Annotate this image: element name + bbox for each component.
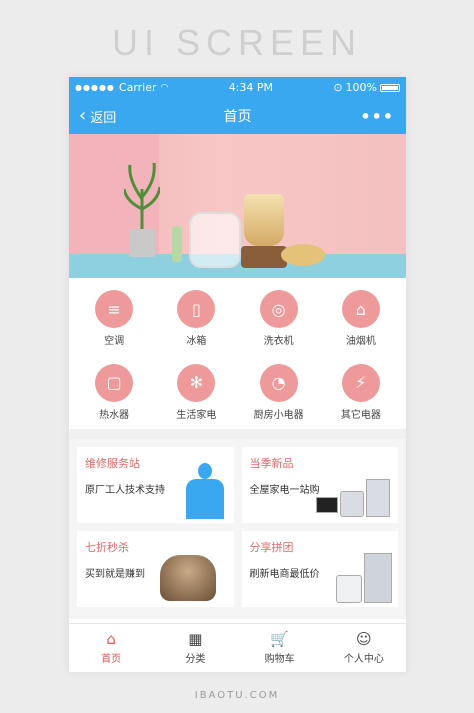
status-bar: ●●●●● Carrier ◠ 4:34 PM ⊙ 100% [69, 77, 406, 98]
technician-icon [185, 463, 224, 519]
category-label: 厨房小电器 [253, 409, 304, 421]
back-label: 返回 [90, 110, 117, 126]
cart-icon: 🛒 [270, 629, 289, 648]
kettle-icon: ◔ [259, 363, 298, 402]
status-left: ●●●●● Carrier ◠ [75, 81, 168, 94]
category-grid: ≡ 空调 ▯ 冰箱 ◎ 洗衣机 ⌂ 油烟机 ▢ 热水器 ✻ 生活家电 ◔ 厨房小电器 ⚡ 其它电器 [69, 278, 406, 429]
battery-icon [379, 83, 400, 92]
category-label: 油烟机 [345, 336, 376, 347]
promo-card-flash-sale[interactable]: 七折秒杀 买到就是赚到 [77, 531, 234, 607]
carrier-label: Carrier [118, 81, 157, 94]
fan-icon: ✻ [177, 363, 216, 402]
hero-banner[interactable] [69, 134, 406, 278]
rice-cooker-image [159, 555, 216, 601]
plant-illustration [124, 162, 160, 229]
category-item[interactable]: ◎ 洗衣机 [238, 290, 320, 356]
tab-label: 首页 [101, 653, 122, 665]
promo-grid: 维修服务站 原厂工人技术支持 当季新品 全屋家电一站购 七折秒杀 买到就是赚到 … [69, 439, 406, 619]
section-divider [69, 429, 406, 439]
battery-percent: 100% [345, 81, 377, 94]
home-icon: ⌂ [106, 629, 116, 648]
phone-screen: ●●●●● Carrier ◠ 4:34 PM ⊙ 100% ‹ 返回 首页 •… [69, 77, 406, 672]
tab-label: 分类 [185, 653, 206, 665]
signal-dots-icon: ●●●●● [75, 83, 115, 92]
category-label: 生活家电 [176, 409, 217, 421]
category-item[interactable]: ⚡ 其它电器 [320, 363, 402, 430]
chevron-left-icon: ‹ [79, 105, 87, 126]
tv-image [316, 497, 338, 513]
tab-label: 个人中心 [343, 653, 384, 665]
nav-bar: ‹ 返回 首页 ••• [69, 98, 406, 134]
tab-cart[interactable]: 🛒 购物车 [238, 624, 322, 672]
bottle-illustration [172, 226, 182, 262]
category-item[interactable]: ≡ 空调 [73, 290, 155, 356]
nav-title: 首页 [223, 109, 252, 125]
range-hood-icon: ⌂ [341, 290, 380, 328]
tab-user[interactable]: ☺ 个人中心 [322, 624, 406, 672]
status-time: 4:34 PM [228, 81, 274, 94]
category-item[interactable]: ⌂ 油烟机 [320, 290, 402, 356]
category-label: 洗衣机 [263, 336, 294, 347]
category-label: 冰箱 [186, 336, 207, 347]
page-heading: UI SCREEN [111, 22, 363, 63]
user-icon: ☺ [356, 629, 372, 648]
tab-label: 购物车 [264, 653, 295, 665]
washer-image [340, 491, 364, 517]
tab-bar: ⌂ 首页 ▦ 分类 🛒 购物车 ☺ 个人中心 [69, 623, 406, 672]
rotation-lock-icon: ⊙ [333, 81, 343, 94]
kettle-illustration [189, 212, 241, 268]
category-item[interactable]: ✻ 生活家电 [155, 363, 237, 430]
blender-base-illustration [241, 246, 287, 268]
grid-icon: ▦ [188, 629, 203, 648]
status-right: ⊙ 100% [333, 81, 400, 94]
back-button[interactable]: ‹ 返回 [79, 98, 116, 134]
washer-image [336, 575, 362, 603]
category-item[interactable]: ▯ 冰箱 [155, 290, 237, 356]
tab-home[interactable]: ⌂ 首页 [69, 624, 153, 672]
category-label: 热水器 [99, 409, 130, 421]
category-item[interactable]: ▢ 热水器 [73, 363, 155, 430]
vase-illustration [129, 229, 155, 257]
category-label: 其它电器 [340, 409, 381, 421]
promo-title: 当季新品 [249, 457, 294, 470]
fridge-image [364, 553, 392, 603]
washing-machine-icon: ◎ [259, 290, 298, 328]
food-plate-illustration [281, 244, 325, 266]
promo-title: 七折秒杀 [85, 541, 129, 554]
fridge-icon: ▯ [177, 290, 216, 328]
appliances-image [366, 479, 390, 517]
plug-icon: ⚡ [341, 363, 380, 402]
tab-grid[interactable]: ▦ 分类 [153, 624, 237, 672]
blender-jar-illustration [244, 194, 284, 246]
promo-card-group-buy[interactable]: 分享拼团 刷新电商最低价 [241, 531, 398, 607]
category-item[interactable]: ◔ 厨房小电器 [238, 363, 320, 430]
air-conditioner-icon: ≡ [95, 290, 134, 328]
wifi-icon: ◠ [160, 82, 169, 93]
category-label: 空调 [104, 336, 125, 347]
more-button[interactable]: ••• [360, 98, 394, 134]
water-heater-icon: ▢ [95, 363, 134, 402]
promo-card-repair[interactable]: 维修服务站 原厂工人技术支持 [77, 447, 234, 523]
watermark-footer: IBAOTU.COM [194, 690, 280, 701]
promo-card-new[interactable]: 当季新品 全屋家电一站购 [241, 447, 398, 523]
